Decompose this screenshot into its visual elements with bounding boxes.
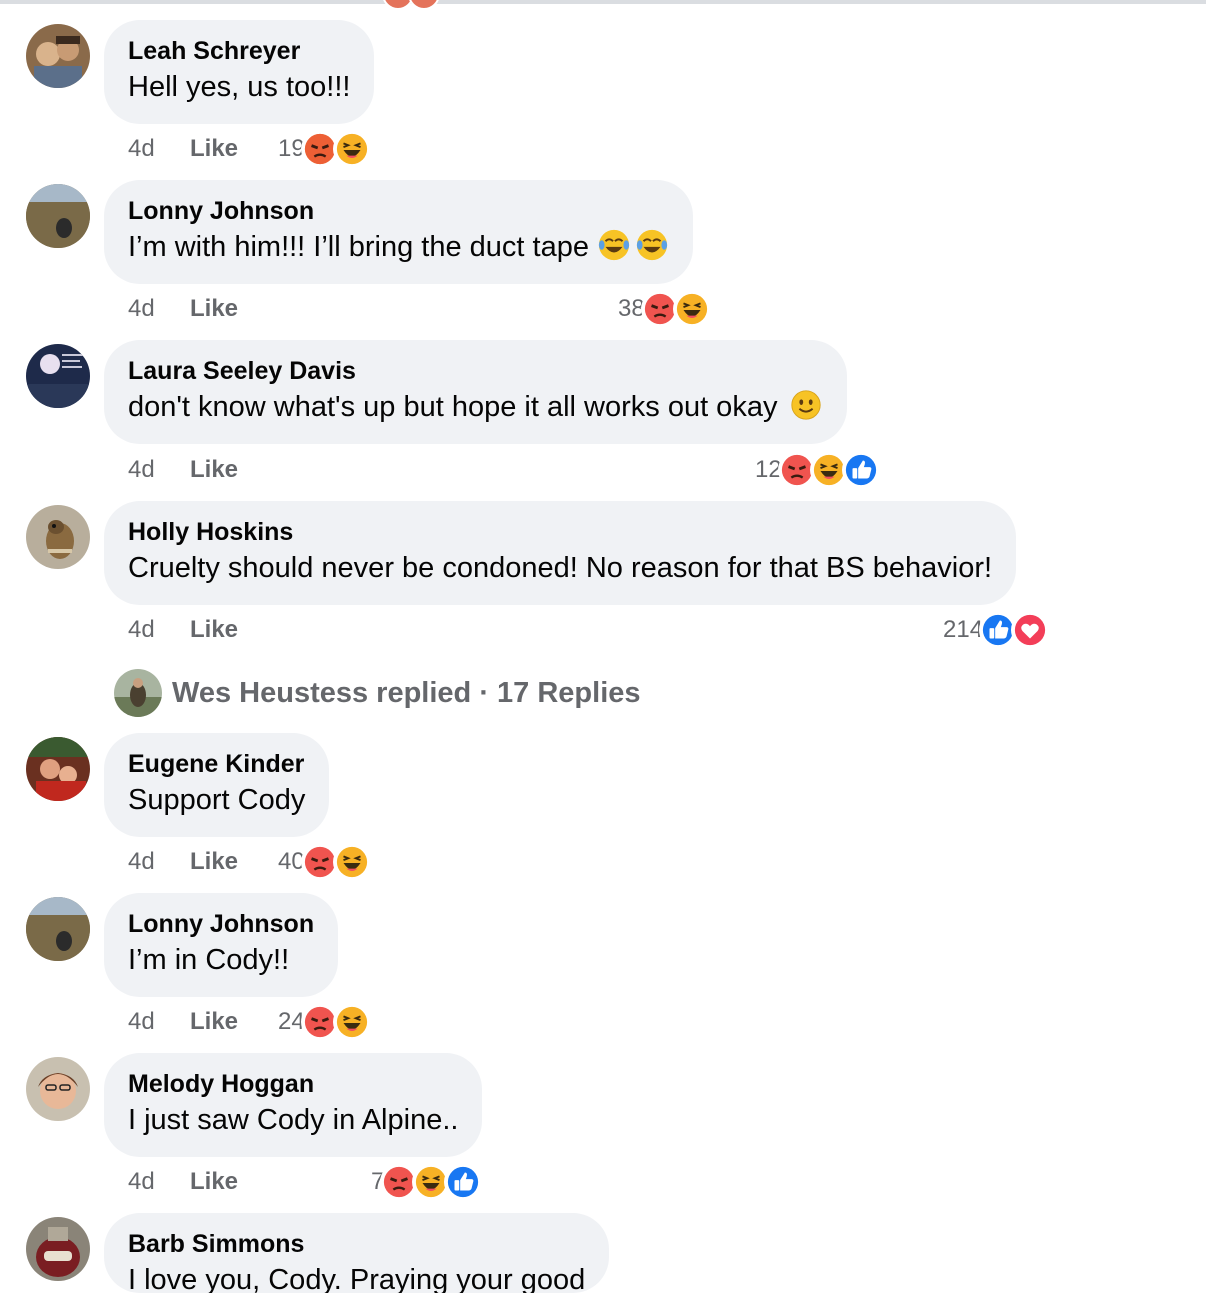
like-button[interactable]: Like <box>190 1167 238 1197</box>
reaction-summary[interactable]: 40 <box>278 843 371 881</box>
comment-bubble: Lonny Johnson I’m in Cody!! <box>104 893 339 997</box>
like-button[interactable]: Like <box>190 294 238 324</box>
view-replies-link[interactable]: Wes Heustess replied · 17 Replies <box>114 668 641 718</box>
avatar[interactable] <box>26 1217 90 1281</box>
comment-text: I’m with him!!! I’ll bring the duct tape <box>128 228 669 266</box>
like-reaction-icon <box>841 451 880 489</box>
reaction-summary[interactable]: 19 <box>278 130 371 168</box>
avatar[interactable] <box>26 737 90 801</box>
top-divider <box>0 0 1206 4</box>
commenter-name[interactable]: Eugene Kinder <box>128 749 305 779</box>
comment-text: Hell yes, us too!!! <box>128 71 351 103</box>
avatar[interactable] <box>26 24 90 88</box>
timestamp[interactable]: 4d <box>128 1007 155 1037</box>
commenter-name[interactable]: Melody Hoggan <box>128 1069 458 1099</box>
comment-bubble: Eugene Kinder Support Cody <box>104 733 330 837</box>
avatar[interactable] <box>26 505 90 569</box>
like-button[interactable]: Like <box>190 134 238 164</box>
comment-text: I just saw Cody in Alpine.. <box>128 1104 459 1136</box>
comment-text: don't know what's up but hope it all wor… <box>128 388 823 426</box>
haha-reaction-icon <box>332 1003 371 1041</box>
timestamp[interactable]: 4d <box>128 294 155 324</box>
avatar[interactable] <box>26 897 90 961</box>
avatar[interactable] <box>26 344 90 408</box>
commenter-name[interactable]: Leah Schreyer <box>128 36 350 66</box>
timestamp[interactable]: 4d <box>128 455 155 485</box>
haha-reaction-icon <box>332 843 371 881</box>
like-button[interactable]: Like <box>190 847 238 877</box>
comment-text: I love you, Cody. Praying your good <box>128 1264 586 1293</box>
timestamp[interactable]: 4d <box>128 847 155 877</box>
smile-emoji-icon <box>789 388 823 422</box>
comment-bubble: Barb Simmons I love you, Cody. Praying y… <box>104 1213 610 1293</box>
avatar[interactable] <box>26 184 90 248</box>
commenter-name[interactable]: Barb Simmons <box>128 1229 585 1259</box>
timestamp[interactable]: 4d <box>128 615 155 645</box>
like-button[interactable]: Like <box>190 1007 238 1037</box>
comment-text: Cruelty should never be condoned! No rea… <box>128 552 993 584</box>
like-button[interactable]: Like <box>190 455 238 485</box>
avatar <box>114 669 162 717</box>
reaction-summary[interactable]: 12 <box>755 451 880 489</box>
love-reaction-icon <box>1011 611 1050 649</box>
timestamp[interactable]: 4d <box>128 1167 155 1197</box>
like-button[interactable]: Like <box>190 615 238 645</box>
avatar[interactable] <box>26 1057 90 1121</box>
comment-text: I’m in Cody!! <box>128 944 290 976</box>
haha-reaction-icon <box>672 290 711 328</box>
reaction-count: 214 <box>943 616 984 643</box>
reaction-summary[interactable]: 24 <box>278 1003 371 1041</box>
comment-text-body: don't know what's up but hope it all wor… <box>128 391 778 423</box>
replies-summary[interactable]: Wes Heustess replied · 17 Replies <box>172 677 641 710</box>
reaction-summary[interactable]: 38 <box>618 290 711 328</box>
like-reaction-icon <box>444 1163 483 1201</box>
tears-of-joy-emoji-icon <box>635 228 669 262</box>
comment-text: Support Cody <box>128 784 306 816</box>
reaction-summary[interactable]: 7 <box>371 1163 483 1201</box>
comment-bubble: Lonny Johnson I’m with him!!! I’ll bring… <box>104 180 693 284</box>
timestamp[interactable]: 4d <box>128 134 155 164</box>
commenter-name[interactable]: Lonny Johnson <box>128 196 669 226</box>
comment-bubble: Leah Schreyer Hell yes, us too!!! <box>104 20 375 124</box>
commenter-name[interactable]: Holly Hoskins <box>128 517 992 547</box>
comment-bubble: Melody Hoggan I just saw Cody in Alpine.… <box>104 1053 483 1157</box>
tears-of-joy-emoji-icon <box>597 228 631 262</box>
comment-text-body: I’m with him!!! I’ll bring the duct tape <box>128 231 589 263</box>
reaction-summary[interactable]: 214 <box>943 611 1050 649</box>
haha-reaction-icon <box>332 130 371 168</box>
commenter-name[interactable]: Lonny Johnson <box>128 909 314 939</box>
comment-bubble: Laura Seeley Davis don't know what's up … <box>104 340 848 444</box>
commenter-name[interactable]: Laura Seeley Davis <box>128 356 823 386</box>
cropped-reactions <box>382 0 442 10</box>
comment-bubble: Holly Hoskins Cruelty should never be co… <box>104 501 1017 605</box>
